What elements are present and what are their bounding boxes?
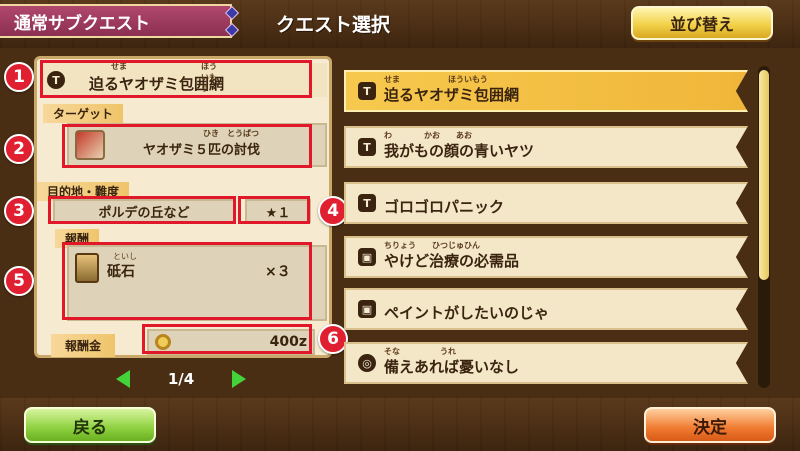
target-label: ターゲット (43, 104, 124, 123)
quest-list-item[interactable]: T わ かお あお 我がもの顔の青いヤツ (344, 126, 748, 168)
tab-decoration (222, 4, 242, 38)
delivery-box-icon: ▣ (358, 300, 376, 318)
quest-list-item[interactable]: T ゴロゴロパニック (344, 182, 748, 224)
ring-icon: ◎ (358, 354, 376, 372)
highlight-destination (48, 196, 236, 224)
quest-name: ペイントがしたいのじゃ (384, 303, 550, 322)
quest-list-item-label: わ かお あお 我がもの顔の青いヤツ (384, 131, 535, 161)
prev-page-arrow-icon[interactable] (116, 370, 130, 388)
scrollbar-thumb[interactable] (759, 70, 769, 280)
back-button[interactable]: 戻る (24, 407, 156, 443)
quest-list-item-label: ペイントがしたいのじゃ (384, 296, 549, 323)
highlight-money (142, 324, 312, 354)
delivery-box-icon: ▣ (358, 248, 376, 266)
confirm-button-label: 決定 (693, 417, 727, 438)
quest-list-item[interactable]: ◎ そな うれ 備えあれば憂いなし (344, 342, 748, 384)
back-button-label: 戻る (73, 417, 107, 438)
ruby-text: ちりょう ひつじゅひん (384, 240, 480, 250)
page-indicator: 1/4 (167, 370, 195, 388)
quest-list-item[interactable]: ▣ ちりょう ひつじゅひん やけど治療の必需品 (344, 236, 748, 278)
confirm-button[interactable]: 決定 (644, 407, 776, 443)
highlight-difficulty (238, 196, 310, 224)
quest-name: 迫るヤオザミ包囲網 (384, 85, 520, 104)
quest-list-scrollbar[interactable] (758, 66, 770, 388)
quest-scroll-icon: T (358, 138, 376, 156)
quest-name: 我がもの顔の青いヤツ (384, 141, 535, 160)
quest-list-item-label: そな うれ 備えあれば憂いなし (384, 347, 520, 377)
quest-list-item-label: ゴロゴロパニック (384, 190, 504, 217)
quest-list-item[interactable]: T せま ほういもう 迫るヤオザミ包囲網 (344, 70, 748, 112)
annotation-badge-5: 5 (4, 266, 34, 296)
annotation-badge-1: 1 (4, 62, 34, 92)
quest-name: ゴロゴロパニック (384, 197, 505, 216)
highlight-target (62, 124, 312, 168)
next-page-arrow-icon[interactable] (231, 370, 246, 388)
quest-scroll-icon: T (358, 82, 376, 100)
bottom-bar: 戻る 決定 (0, 398, 800, 451)
annotation-badge-2: 2 (4, 134, 34, 164)
subquest-tab-label: 通常サブクエスト (14, 13, 150, 34)
quest-name: 備えあれば憂いなし (384, 357, 520, 376)
quest-list: T せま ほういもう 迫るヤオザミ包囲網 T わ かお あお 我がもの顔の青いヤ… (344, 66, 752, 392)
quest-list-item[interactable]: ▣ ペイントがしたいのじゃ (344, 288, 748, 330)
ruby-text: わ かお あお (384, 130, 472, 140)
quest-name: やけど治療の必需品 (384, 251, 520, 270)
quest-list-item-label: せま ほういもう 迫るヤオザミ包囲網 (384, 75, 520, 105)
ruby-text: そな うれ (384, 346, 456, 356)
annotation-badge-3: 3 (4, 196, 34, 226)
reward-money-label: 報酬金 (51, 334, 116, 357)
quest-scroll-icon: T (358, 194, 376, 212)
pager: 1/4 (116, 366, 246, 392)
sort-button[interactable]: 並び替え (631, 6, 773, 40)
sort-button-label: 並び替え (669, 15, 734, 34)
highlight-reward (62, 242, 312, 320)
page-title: クエスト選択 (276, 14, 391, 36)
highlight-quest-name (40, 60, 312, 98)
quest-list-item-label: ちりょう ひつじゅひん やけど治療の必需品 (384, 241, 520, 271)
diamond-icon (224, 5, 240, 20)
diamond-icon (224, 22, 240, 37)
top-bar: 通常サブクエスト クエスト選択 並び替え (0, 0, 800, 48)
subquest-category-tab[interactable]: 通常サブクエスト (0, 4, 232, 38)
ruby-text: せま ほういもう (384, 74, 488, 84)
